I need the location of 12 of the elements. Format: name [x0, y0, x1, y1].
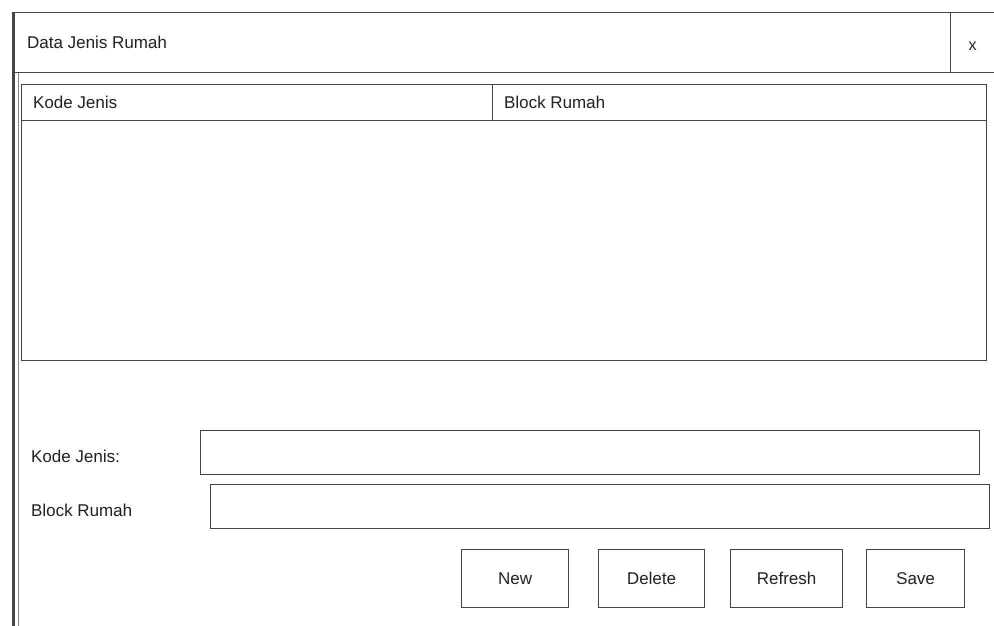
action-button[interactable]: Save: [866, 549, 965, 608]
action-button[interactable]: Refresh: [730, 549, 843, 608]
action-button[interactable]: New: [461, 549, 569, 608]
column-header: Kode Jenis: [22, 85, 493, 120]
input-field[interactable]: [210, 484, 990, 529]
input-field[interactable]: [200, 430, 980, 475]
column-header: Block Rumah: [503, 92, 606, 114]
field-label: Kode Jenis:: [30, 446, 121, 468]
window-title: Data Jenis Rumah: [27, 32, 167, 54]
field-label: Block Rumah: [30, 500, 134, 522]
close-button[interactable]: x: [968, 34, 976, 58]
action-button[interactable]: Delete: [598, 549, 705, 608]
